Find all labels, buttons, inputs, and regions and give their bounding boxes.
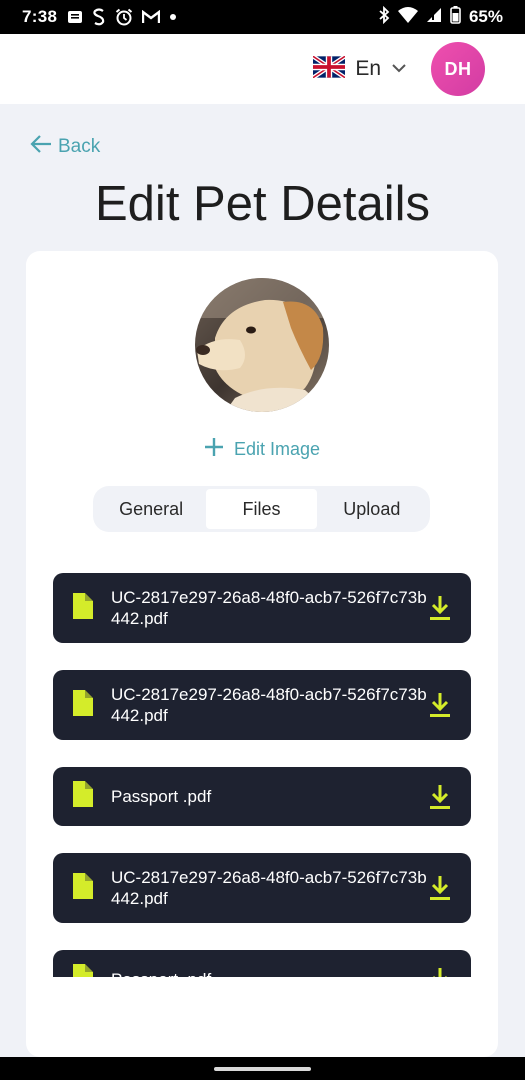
edit-image-button[interactable]: Edit Image — [204, 437, 320, 462]
document-icon — [71, 781, 93, 812]
back-link[interactable]: Back — [30, 134, 100, 160]
file-item[interactable]: UC-2817e297-26a8-48f0-acb7-526f7c73b442.… — [53, 573, 471, 643]
file-item[interactable]: Passport .pdf — [53, 767, 471, 826]
tab-general[interactable]: General — [96, 489, 206, 529]
s-icon — [92, 8, 106, 26]
language-label: En — [355, 57, 381, 80]
document-icon — [71, 592, 93, 624]
wifi-icon — [397, 6, 418, 28]
file-name: UC-2817e297-26a8-48f0-acb7-526f7c73b442.… — [111, 588, 427, 628]
file-name: UC-2817e297-26a8-48f0-acb7-526f7c73b442.… — [111, 868, 427, 908]
file-item[interactable]: UC-2817e297-26a8-48f0-acb7-526f7c73b442.… — [53, 670, 471, 740]
page-title: Edit Pet Details — [95, 177, 430, 231]
app-header: En DH — [0, 34, 525, 104]
document-icon — [71, 964, 93, 977]
battery-icon — [450, 5, 461, 29]
document-icon — [71, 872, 93, 904]
download-icon[interactable] — [427, 691, 453, 719]
gmail-icon — [142, 10, 161, 24]
battery-percent: 65% — [468, 7, 503, 26]
tab-label: General — [119, 498, 184, 519]
status-bar: 7:38 65% — [0, 0, 525, 34]
tab-label: Files — [242, 498, 281, 519]
bluetooth-icon — [378, 5, 390, 29]
tab-label: Upload — [343, 498, 401, 519]
edit-image-label: Edit Image — [234, 439, 321, 459]
user-avatar[interactable]: DH — [431, 42, 485, 96]
download-icon[interactable] — [427, 966, 453, 977]
dot-icon — [169, 13, 177, 21]
file-name: Passport .pdf — [111, 969, 427, 977]
status-system-icons: 65% — [378, 5, 503, 29]
download-icon[interactable] — [427, 783, 453, 811]
message-icon — [67, 9, 83, 25]
pet-details-card: Edit Image General Files Upload UC-2817e… — [26, 251, 498, 1057]
status-time: 7:38 — [22, 7, 58, 26]
file-item[interactable]: Passport .pdf — [53, 950, 471, 977]
back-label: Back — [58, 136, 101, 157]
chevron-down-icon — [391, 60, 407, 78]
file-name: Passport .pdf — [111, 787, 212, 806]
home-gesture-bar[interactable] — [214, 1067, 311, 1071]
avatar-initials: DH — [444, 58, 472, 79]
document-icon — [71, 689, 93, 721]
download-icon[interactable] — [427, 594, 453, 622]
tab-upload[interactable]: Upload — [317, 489, 427, 529]
pet-photo — [195, 278, 329, 412]
signal-icon — [426, 7, 442, 28]
file-name: UC-2817e297-26a8-48f0-acb7-526f7c73b442.… — [111, 685, 427, 725]
file-item[interactable]: UC-2817e297-26a8-48f0-acb7-526f7c73b442.… — [53, 853, 471, 923]
arrow-left-icon — [30, 134, 52, 160]
language-selector[interactable]: En — [312, 54, 407, 83]
download-icon[interactable] — [427, 874, 453, 902]
tab-files[interactable]: Files — [206, 489, 317, 529]
tab-bar: General Files Upload — [93, 486, 430, 532]
uk-flag-icon — [312, 54, 347, 83]
file-list: UC-2817e297-26a8-48f0-acb7-526f7c73b442.… — [53, 573, 471, 977]
plus-icon — [204, 437, 224, 462]
alarm-icon — [115, 8, 133, 26]
